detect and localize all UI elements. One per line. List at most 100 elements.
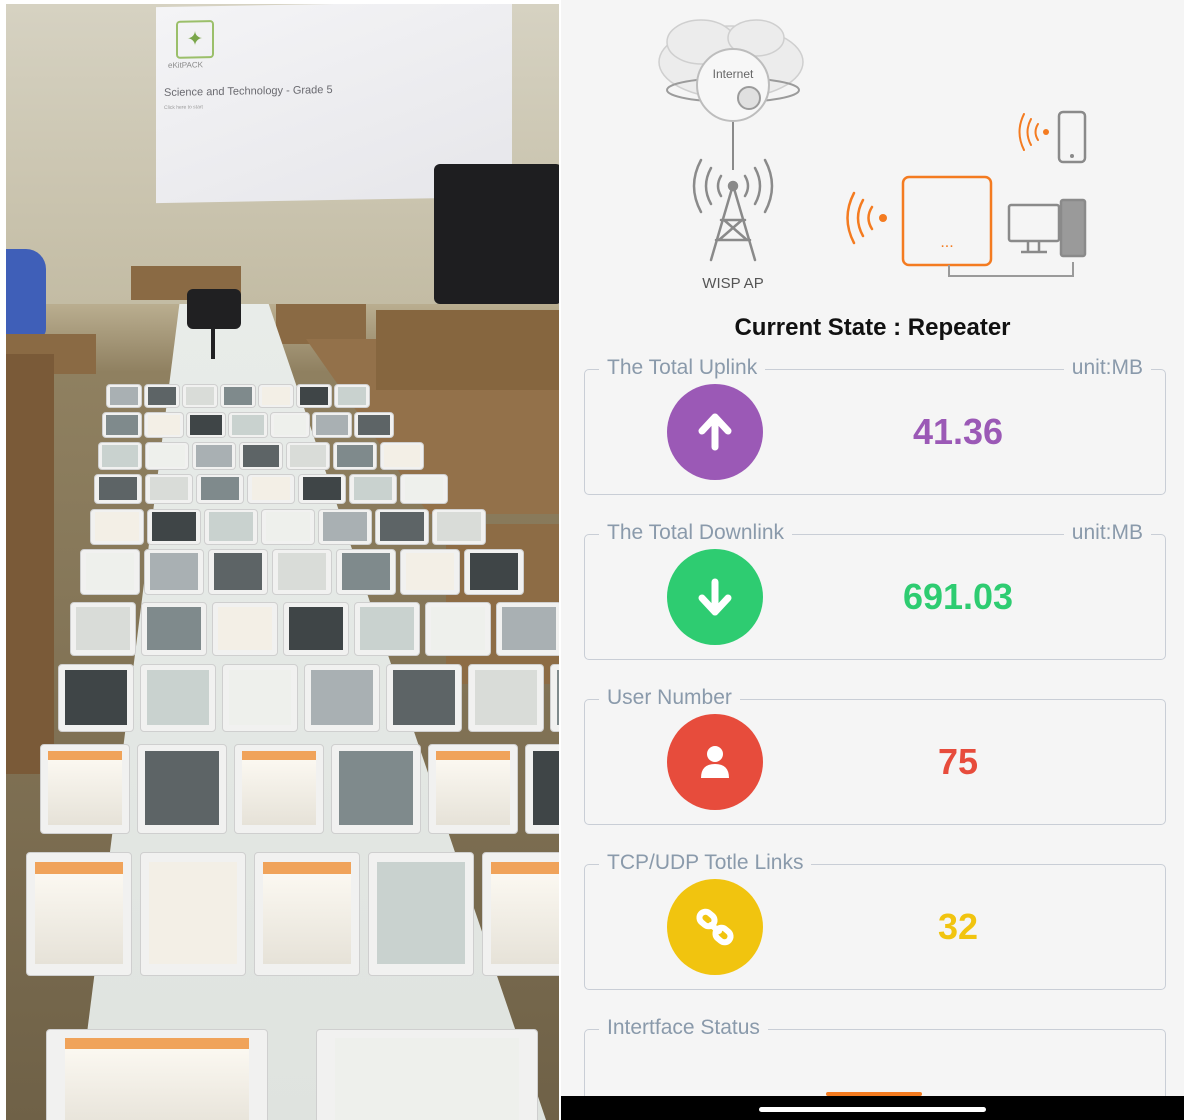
tablet-screen bbox=[48, 751, 122, 826]
tablet-device bbox=[106, 384, 142, 408]
tablet-screen bbox=[437, 512, 481, 541]
tablet-screen bbox=[380, 512, 424, 541]
tablet-screen bbox=[404, 476, 444, 501]
tablet-screen bbox=[431, 606, 485, 651]
tablet-device bbox=[228, 412, 268, 438]
screen-title: Science and Technology - Grade 5 bbox=[164, 84, 333, 99]
tablet-screen bbox=[209, 512, 253, 541]
tablet-screen bbox=[196, 444, 232, 467]
tablet-screen bbox=[147, 386, 177, 406]
tablet-screen bbox=[102, 444, 138, 467]
blue-chair bbox=[6, 249, 46, 339]
tablet-screen bbox=[334, 1037, 520, 1120]
tablet-device bbox=[234, 744, 324, 834]
tablet-device bbox=[331, 744, 421, 834]
tablet-device bbox=[26, 852, 132, 976]
tablet-screen bbox=[360, 606, 414, 651]
tablet-device bbox=[58, 664, 134, 732]
tablet-screen bbox=[290, 444, 326, 467]
equipment-case bbox=[434, 164, 559, 304]
tablet-device bbox=[550, 664, 559, 732]
tablet-screen bbox=[106, 414, 138, 435]
tablet-device bbox=[272, 549, 332, 595]
tablet-device bbox=[334, 384, 370, 408]
downlink-legend: The Total Downlink bbox=[599, 521, 793, 545]
tablet-screen bbox=[213, 553, 263, 591]
tablet-screen bbox=[337, 444, 373, 467]
user-icon bbox=[667, 714, 763, 810]
user-number-legend: User Number bbox=[599, 686, 740, 710]
network-diagram: Internet WISP AP ... bbox=[658, 19, 1087, 292]
uplink-value: 41.36 bbox=[912, 411, 1004, 452]
tablet-device bbox=[102, 412, 142, 438]
tablet-device bbox=[137, 744, 227, 834]
tablet-screen bbox=[95, 512, 139, 541]
ap-label: WISP AP bbox=[702, 275, 763, 292]
tablet-device bbox=[349, 474, 397, 504]
tablet-screen bbox=[35, 861, 123, 965]
tablet-screen bbox=[146, 669, 210, 726]
tablet-device bbox=[400, 549, 460, 595]
tablet-device bbox=[90, 509, 144, 545]
tablet-screen bbox=[384, 444, 420, 467]
tablet-screen bbox=[109, 386, 139, 406]
uplink-card: The Total Uplink unit:MB 41.36 bbox=[584, 356, 1166, 495]
tablet-device bbox=[428, 744, 518, 834]
tablet-screen bbox=[353, 476, 393, 501]
downlink-value: 691.03 bbox=[902, 576, 1014, 617]
tablet-device bbox=[144, 549, 204, 595]
router-icon bbox=[901, 175, 1074, 277]
link-icon bbox=[667, 879, 763, 975]
arrow-down-icon bbox=[667, 549, 763, 645]
tablet-device bbox=[286, 442, 330, 470]
tablet-screen bbox=[228, 669, 292, 726]
tablet-screen bbox=[310, 669, 374, 726]
tablet-screen bbox=[76, 606, 130, 651]
tablet-device bbox=[283, 602, 349, 656]
bench-right-1 bbox=[276, 304, 366, 344]
tablet-device bbox=[40, 744, 130, 834]
user-number-value: 75 bbox=[937, 741, 979, 782]
tablet-screen bbox=[299, 386, 329, 406]
tablet-device bbox=[354, 602, 420, 656]
tablet-device bbox=[296, 384, 332, 408]
tablet-screen bbox=[145, 751, 219, 826]
tablet-screen bbox=[149, 444, 185, 467]
tablet-device bbox=[400, 474, 448, 504]
tablet-device bbox=[312, 412, 352, 438]
tablet-screen bbox=[218, 606, 272, 651]
tablet-device bbox=[141, 602, 207, 656]
uplink-legend: The Total Uplink bbox=[599, 356, 766, 380]
tablet-device bbox=[140, 852, 246, 976]
cloud-label: Internet bbox=[713, 67, 754, 81]
tablet-device bbox=[94, 474, 142, 504]
tablet-device bbox=[140, 664, 216, 732]
tablet-screen bbox=[339, 751, 413, 826]
system-navigation-bar bbox=[561, 1096, 1184, 1120]
classroom-photo: ✦ eKitPACK Science and Technology - Grad… bbox=[6, 4, 559, 1120]
tablet-screen bbox=[341, 553, 391, 591]
tablet-device bbox=[380, 442, 424, 470]
tablet-device bbox=[145, 442, 189, 470]
tablet-screen bbox=[64, 669, 128, 726]
tablet-screen bbox=[251, 476, 291, 501]
tablet-device bbox=[468, 664, 544, 732]
router-wifi-icon bbox=[846, 191, 887, 245]
speaker-tripod bbox=[211, 329, 215, 359]
tablet-device bbox=[182, 384, 218, 408]
tablet-screen bbox=[274, 414, 306, 435]
user-number-card: User Number 75 bbox=[584, 686, 1166, 825]
home-gesture-bar[interactable] bbox=[759, 1107, 986, 1112]
screen-brand: eKitPACK bbox=[168, 60, 203, 70]
tablet-screen bbox=[266, 512, 310, 541]
tablet-device bbox=[432, 509, 486, 545]
tablet-device bbox=[298, 474, 346, 504]
tablet-screen bbox=[149, 476, 189, 501]
tablet-screen bbox=[200, 476, 240, 501]
tablet-device bbox=[186, 412, 226, 438]
tablet-screen bbox=[149, 861, 237, 965]
tablet-screen bbox=[436, 751, 510, 826]
tablet-device bbox=[375, 509, 429, 545]
tablet-device bbox=[220, 384, 256, 408]
current-state-label: Current State : Repeater bbox=[734, 314, 1011, 341]
